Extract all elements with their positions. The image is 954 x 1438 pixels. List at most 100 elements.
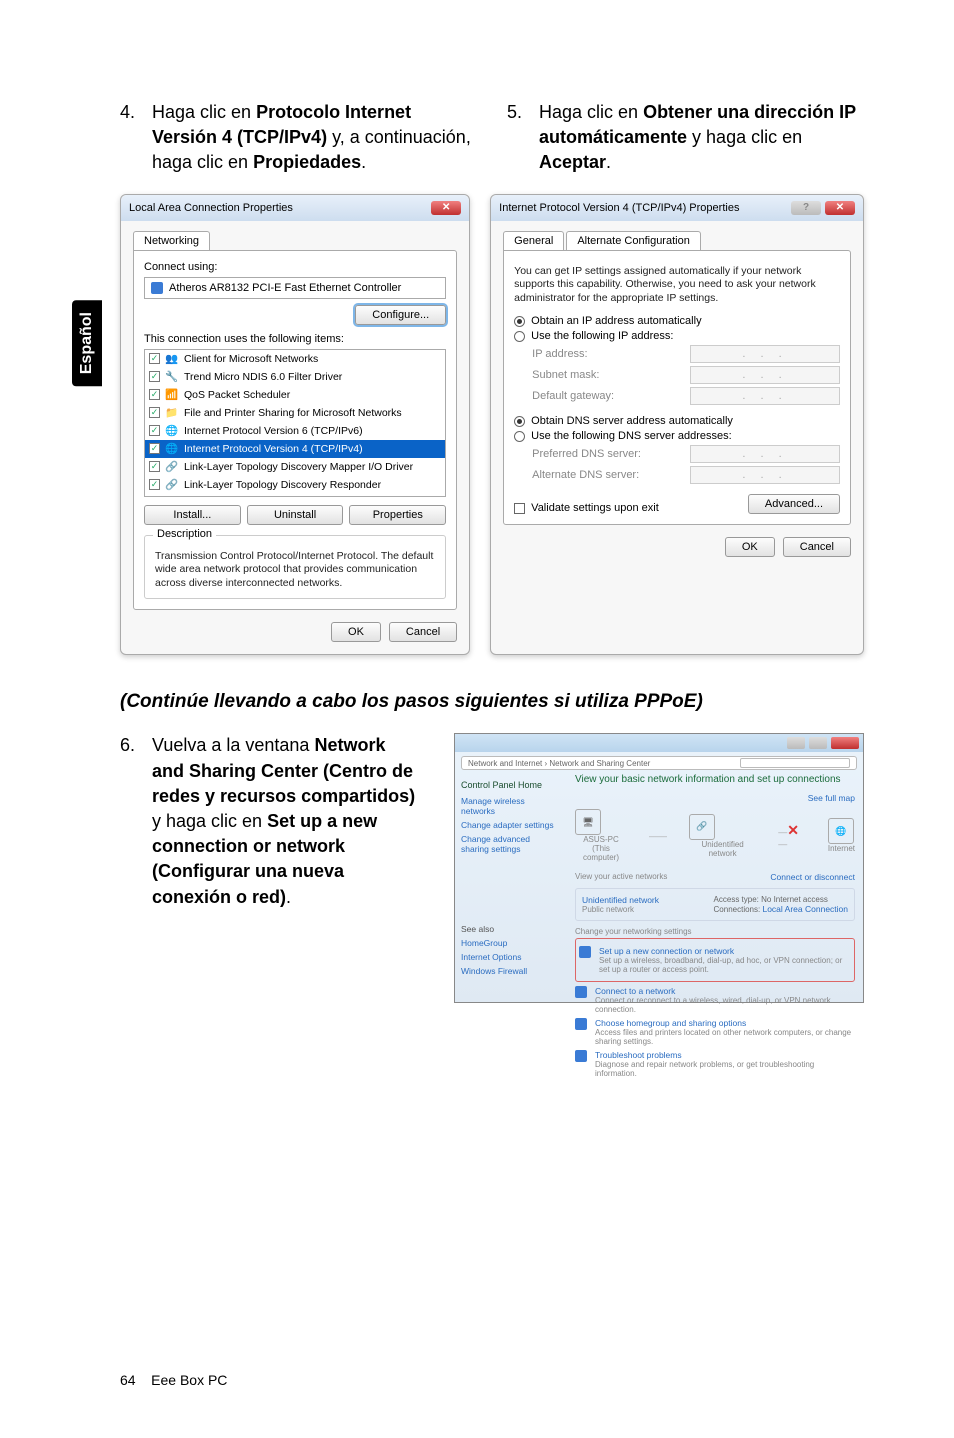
close-icon[interactable] — [831, 737, 859, 749]
item-label: Link-Layer Topology Discovery Mapper I/O… — [184, 461, 413, 473]
breadcrumb[interactable]: Network and Internet › Network and Shari… — [461, 756, 857, 770]
radio-label: Obtain DNS server address automatically — [531, 415, 733, 427]
link-text: Set up a new connection or network — [599, 946, 851, 956]
dev-sublabel: (This computer) — [575, 844, 627, 862]
link-text: Connect to a network — [595, 986, 855, 996]
connect-using-label: Connect using: — [144, 261, 446, 273]
client-icon: 👥 — [165, 352, 179, 366]
connect-link[interactable]: Connect or disconnect — [770, 872, 855, 882]
advanced-button[interactable]: Advanced... — [748, 494, 840, 514]
configure-button[interactable]: Configure... — [355, 305, 446, 325]
list-item[interactable]: ✓📶QoS Packet Scheduler — [145, 386, 445, 404]
page-footer: 64 Eee Box PC — [120, 1372, 227, 1388]
radio-use-dns[interactable]: Use the following DNS server addresses: — [514, 430, 840, 442]
language-tab: Español — [72, 300, 102, 386]
ipv6-icon: 🌐 — [165, 424, 179, 438]
validate-checkbox[interactable]: Validate settings upon exit — [514, 502, 659, 514]
step5-pre: Haga clic en — [539, 102, 643, 122]
close-icon[interactable]: ✕ — [431, 201, 461, 215]
subnet-input: . . . — [690, 366, 840, 384]
ipv4-intro: You can get IP settings assigned automat… — [514, 265, 840, 306]
maximize-icon[interactable] — [809, 737, 827, 749]
gateway-row: Default gateway: . . . — [532, 387, 840, 405]
net-name[interactable]: Unidentified network — [582, 895, 659, 905]
x-icon: ✕ — [787, 822, 799, 838]
cp-sidebar: Control Panel Home Manage wireless netwo… — [455, 774, 565, 986]
field-label: Default gateway: — [532, 390, 614, 402]
bullet-icon — [575, 1018, 587, 1030]
control-panel-screenshot: Network and Internet › Network and Shari… — [454, 733, 864, 1003]
step4-text: Haga clic en Protocolo Internet Versión … — [152, 100, 477, 176]
radio-use-ip[interactable]: Use the following IP address: — [514, 330, 840, 342]
lltd-icon: 🔗 — [165, 478, 179, 492]
access-val: No Internet access — [761, 895, 828, 904]
gateway-input: . . . — [690, 387, 840, 405]
tab-general[interactable]: General — [503, 231, 564, 250]
troubleshoot-link[interactable]: Troubleshoot problemsDiagnose and repair… — [575, 1050, 855, 1078]
step5-mid: y haga clic en — [687, 127, 802, 147]
search-input[interactable] — [740, 758, 850, 768]
highlight-box: Set up a new connection or networkSet up… — [575, 938, 855, 982]
conn-link[interactable]: Local Area Connection — [762, 904, 848, 914]
link-text: Troubleshoot problems — [595, 1050, 855, 1060]
link-sub: Diagnose and repair network problems, or… — [595, 1060, 855, 1078]
description-text: Transmission Control Protocol/Internet P… — [155, 550, 435, 591]
list-item[interactable]: ✓🌐Internet Protocol Version 6 (TCP/IPv6) — [145, 422, 445, 440]
active-label: View your active networks — [575, 872, 667, 882]
step4: 4. Haga clic en Protocolo Internet Versi… — [120, 100, 477, 176]
cancel-button[interactable]: Cancel — [783, 537, 851, 557]
radio-obtain-dns[interactable]: Obtain DNS server address automatically — [514, 415, 840, 427]
items-list[interactable]: ✓👥Client for Microsoft Networks ✓🔧Trend … — [144, 349, 446, 497]
step4-end: . — [361, 152, 366, 172]
checkbox-label: Validate settings upon exit — [531, 502, 659, 514]
network-map: 🖥ASUS-PC(This computer) —— 🔗Unidentified… — [575, 809, 855, 862]
list-item[interactable]: ✓🔗Link-Layer Topology Discovery Mapper I… — [145, 458, 445, 476]
connect-network-link[interactable]: Connect to a networkConnect or reconnect… — [575, 986, 855, 1014]
cancel-button[interactable]: Cancel — [389, 622, 457, 642]
dev-label: ASUS-PC — [575, 835, 627, 844]
sidebar-link[interactable]: Windows Firewall — [461, 966, 559, 976]
sidebar-link[interactable]: Internet Options — [461, 952, 559, 962]
homegroup-link[interactable]: Choose homegroup and sharing optionsAcce… — [575, 1018, 855, 1046]
minimize-icon[interactable] — [787, 737, 805, 749]
see-full-map-link[interactable]: See full map — [808, 793, 855, 803]
sidebar-link[interactable]: Change adapter settings — [461, 820, 559, 830]
field-label: Preferred DNS server: — [532, 448, 641, 460]
ipv4-icon: 🌐 — [165, 442, 179, 456]
radio-icon — [514, 331, 525, 342]
list-item[interactable]: ✓📁File and Printer Sharing for Microsoft… — [145, 404, 445, 422]
tab-alternate[interactable]: Alternate Configuration — [566, 231, 701, 250]
pref-dns-row: Preferred DNS server:. . . — [532, 445, 840, 463]
list-item-selected[interactable]: ✓🌐Internet Protocol Version 4 (TCP/IPv4) — [145, 440, 445, 458]
adapter-field: Atheros AR8132 PCI-E Fast Ethernet Contr… — [144, 277, 446, 299]
sidebar-link[interactable]: Manage wireless networks — [461, 796, 559, 816]
setup-connection-link[interactable]: Set up a new connection or networkSet up… — [579, 946, 851, 974]
sidebar-link[interactable]: Change advanced sharing settings — [461, 834, 559, 854]
list-item[interactable]: ✓🔗Link-Layer Topology Discovery Responde… — [145, 476, 445, 494]
radio-obtain-ip[interactable]: Obtain an IP address automatically — [514, 315, 840, 327]
help-icon[interactable]: ? — [791, 201, 821, 215]
ok-button[interactable]: OK — [331, 622, 381, 642]
install-button[interactable]: Install... — [144, 505, 241, 525]
properties-button[interactable]: Properties — [349, 505, 446, 525]
field-label: IP address: — [532, 348, 587, 360]
network-icon: 🔗 — [689, 814, 715, 840]
breadcrumb-text: Network and Internet › Network and Shari… — [468, 759, 650, 768]
list-item[interactable]: ✓👥Client for Microsoft Networks — [145, 350, 445, 368]
page-number: 64 — [120, 1372, 136, 1388]
driver-icon: 🔧 — [165, 370, 179, 384]
tab-networking[interactable]: Networking — [133, 231, 210, 250]
sidebar-link[interactable]: HomeGroup — [461, 938, 559, 948]
lltd-icon: 🔗 — [165, 460, 179, 474]
list-item[interactable]: ✓🔧Trend Micro NDIS 6.0 Filter Driver — [145, 368, 445, 386]
close-icon[interactable]: ✕ — [825, 201, 855, 215]
item-label: Link-Layer Topology Discovery Responder — [184, 479, 381, 491]
uninstall-button[interactable]: Uninstall — [247, 505, 344, 525]
item-label: QoS Packet Scheduler — [184, 389, 290, 401]
ok-button[interactable]: OK — [725, 537, 775, 557]
step6-num: 6. — [120, 733, 134, 1003]
subnet-row: Subnet mask:. . . — [532, 366, 840, 384]
step6-end: . — [286, 887, 291, 907]
link-sub: Access files and printers located on oth… — [595, 1028, 855, 1046]
cp-header: View your basic network information and … — [575, 774, 855, 785]
